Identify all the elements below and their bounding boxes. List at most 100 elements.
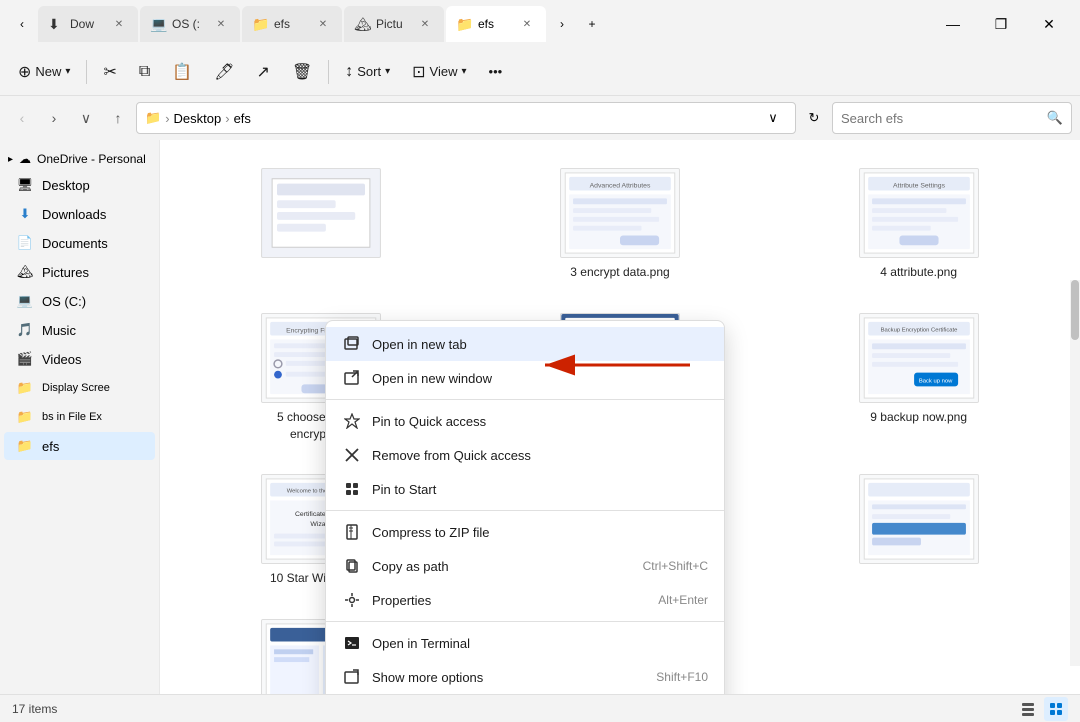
new-label: New: [35, 64, 61, 79]
sidebar-label-efs: efs: [42, 439, 59, 454]
ctx-remove-quick[interactable]: Remove from Quick access: [326, 438, 724, 472]
history-button[interactable]: ∨: [72, 104, 100, 132]
onedrive-label: OneDrive - Personal: [37, 152, 146, 166]
sidebar-item-efs[interactable]: 📁 efs: [4, 432, 155, 460]
ctx-compress-zip[interactable]: Compress to ZIP file: [326, 515, 724, 549]
copy-button[interactable]: ⧉: [129, 54, 160, 90]
ctx-copy-path[interactable]: Copy as path Ctrl+Shift+C: [326, 549, 724, 583]
cut-button[interactable]: ✂: [93, 54, 126, 90]
address-path[interactable]: 📁 › Desktop › efs ∨: [136, 102, 796, 134]
sidebar-item-desktop[interactable]: 🖥 Desktop: [4, 171, 155, 199]
path-efs: efs: [234, 111, 251, 126]
sidebar-label-efsfe: bs in File Ex: [42, 411, 102, 423]
back-button[interactable]: ‹: [8, 104, 36, 132]
ctx-open-new-tab[interactable]: Open in new tab: [326, 327, 724, 361]
tab-nav-forward[interactable]: ›: [548, 10, 576, 38]
ctx-copy-path-label: Copy as path: [372, 559, 633, 574]
tab-nav-back[interactable]: ‹: [8, 10, 36, 38]
paste-button[interactable]: 📋: [162, 54, 202, 90]
ctx-show-more[interactable]: Show more options Shift+F10: [326, 660, 724, 694]
file-item-placeholder[interactable]: [180, 160, 463, 289]
minimize-button[interactable]: —: [930, 8, 976, 40]
file-thumbnail-3encrypt: Advanced Attributes: [560, 168, 680, 258]
file-name-9backup: 9 backup now.png: [870, 409, 967, 426]
tab-downloads[interactable]: ⬇ Dow ✕: [38, 6, 138, 42]
tab-efs2[interactable]: 📁 efs ✕: [446, 6, 546, 42]
ctx-pin-quick-icon: [342, 411, 362, 431]
ctx-terminal-icon: [342, 633, 362, 653]
tab-close-pictures[interactable]: ✕: [416, 15, 434, 33]
tab-pictures[interactable]: 🏔 Pictu ✕: [344, 6, 444, 42]
rename-button[interactable]: 🖊: [204, 54, 244, 90]
ctx-show-more-shortcut: Shift+F10: [656, 670, 708, 684]
sidebar-item-music[interactable]: 🎵 Music: [4, 316, 155, 344]
file-item-row3-2[interactable]: [777, 466, 1060, 595]
file-name-3encrypt: 3 encrypt data.png: [570, 264, 669, 281]
desktop-icon: 🖥: [16, 176, 34, 194]
tab-close-osc[interactable]: ✕: [212, 15, 230, 33]
onedrive-icon: ☁: [19, 152, 31, 166]
more-button[interactable]: •••: [479, 54, 513, 90]
downloads-icon: ⬇: [16, 205, 34, 223]
sidebar-item-documents[interactable]: 📄 Documents: [4, 229, 155, 257]
ctx-open-new-window[interactable]: Open in new window: [326, 361, 724, 395]
delete-icon: 🗑: [292, 62, 312, 82]
tab-efs1[interactable]: 📁 efs ✕: [242, 6, 342, 42]
new-button[interactable]: ⊕ New ▾: [8, 54, 80, 90]
view-button[interactable]: ⊡ View ▾: [402, 54, 476, 90]
ctx-pin-quick[interactable]: Pin to Quick access: [326, 404, 724, 438]
sidebar-item-efsfe[interactable]: 📁 bs in File Ex: [4, 403, 155, 431]
sidebar-item-pictures[interactable]: 🏔 Pictures: [4, 258, 155, 286]
tab-close-downloads[interactable]: ✕: [110, 15, 128, 33]
search-input[interactable]: [841, 111, 1043, 126]
grid-view-button[interactable]: [1044, 697, 1068, 721]
tab-add[interactable]: +: [578, 10, 606, 38]
sidebar-item-downloads[interactable]: ⬇ Downloads: [4, 200, 155, 228]
toolbar: ⊕ New ▾ ✂ ⧉ 📋 🖊 ↗ 🗑 ↕ Sort ▾ ⊡ View ▾ ••…: [0, 48, 1080, 96]
forward-button[interactable]: ›: [40, 104, 68, 132]
ctx-properties[interactable]: Properties Alt+Enter: [326, 583, 724, 617]
path-dropdown[interactable]: ∨: [759, 104, 787, 132]
refresh-button[interactable]: ↻: [800, 104, 828, 132]
file-item-9backup[interactable]: Backup Encryption Certificate Back up no…: [777, 305, 1060, 451]
ctx-open-terminal[interactable]: Open in Terminal: [326, 626, 724, 660]
ctx-terminal-label: Open in Terminal: [372, 636, 708, 651]
tab-close-efs1[interactable]: ✕: [314, 15, 332, 33]
list-view-button[interactable]: [1016, 697, 1040, 721]
file-item-3encrypt[interactable]: Advanced Attributes 3 encrypt data.png: [479, 160, 762, 289]
more-icon: •••: [489, 64, 503, 79]
search-box: 🔍: [832, 102, 1072, 134]
ctx-open-tab-icon: [342, 334, 362, 354]
share-button[interactable]: ↗: [247, 54, 280, 90]
new-dropdown-icon: ▾: [65, 66, 70, 77]
tab-close-efs2[interactable]: ✕: [518, 15, 536, 33]
sidebar-item-osc[interactable]: 💻 OS (C:): [4, 287, 155, 315]
onedrive-section[interactable]: ▸ ☁ OneDrive - Personal: [0, 148, 159, 170]
close-button[interactable]: ✕: [1026, 8, 1072, 40]
path-folder-icon: 📁: [145, 110, 161, 126]
sidebar-item-videos[interactable]: 🎬 Videos: [4, 345, 155, 373]
sidebar-label-pictures: Pictures: [42, 265, 89, 280]
sidebar-item-display[interactable]: 📁 Display Scree: [4, 374, 155, 402]
context-menu: Open in new tab Open in new window Pin t…: [325, 320, 725, 694]
paste-icon: 📋: [172, 62, 192, 82]
delete-button[interactable]: 🗑: [282, 54, 322, 90]
file-thumbnail-9backup: Backup Encryption Certificate Back up no…: [859, 313, 979, 403]
osc-icon: 💻: [16, 292, 34, 310]
efs-icon: 📁: [16, 437, 34, 455]
search-icon[interactable]: 🔍: [1047, 110, 1063, 126]
maximize-button[interactable]: ❐: [978, 8, 1024, 40]
file-item-4attribute[interactable]: Attribute Settings 4 attribute.png: [777, 160, 1060, 289]
tab-label-efs2: efs: [478, 17, 512, 31]
ctx-sep-1: [326, 399, 724, 400]
ctx-open-new-window-label: Open in new window: [372, 371, 708, 386]
sidebar-label-music: Music: [42, 323, 76, 338]
sort-button[interactable]: ↕ Sort ▾: [335, 54, 400, 90]
titlebar: ‹ ⬇ Dow ✕ 💻 OS (: ✕ 📁 efs ✕ 🏔 Pictu ✕ 📁: [0, 0, 1080, 48]
tab-osc[interactable]: 💻 OS (: ✕: [140, 6, 240, 42]
scroll-thumb[interactable]: [1071, 280, 1079, 340]
ctx-pin-start[interactable]: Pin to Start: [326, 472, 724, 506]
up-button[interactable]: ↑: [104, 104, 132, 132]
pictures-icon: 🏔: [16, 263, 34, 281]
ctx-show-more-label: Show more options: [372, 670, 646, 685]
